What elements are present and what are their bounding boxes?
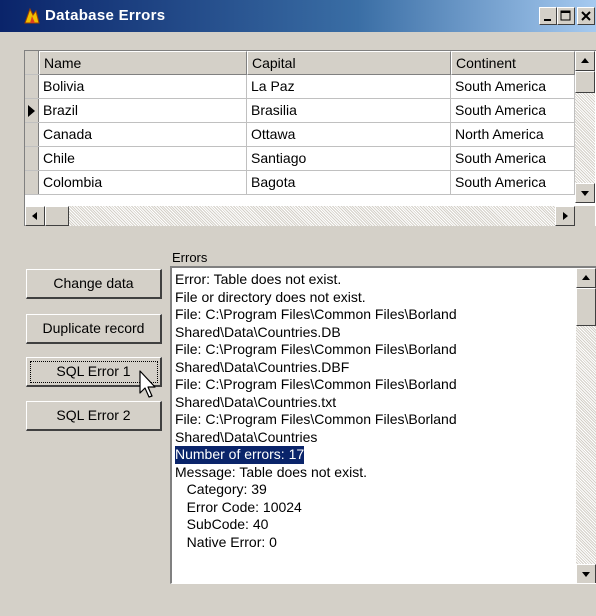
arrow-up-icon: [581, 58, 589, 63]
change-data-button[interactable]: Change data: [26, 269, 162, 299]
table-row-current[interactable]: Brazil Brasilia South America: [25, 99, 575, 123]
close-icon: [581, 11, 591, 21]
selected-error-line: Number of errors: 17: [175, 446, 305, 464]
error-line: File: C:\Program Files\Common Files\Borl…: [175, 341, 457, 357]
countries-grid[interactable]: Name Capital Continent Bolivia La Paz So…: [24, 50, 596, 226]
cell-name[interactable]: Bolivia: [39, 75, 247, 99]
cell-name[interactable]: Canada: [39, 123, 247, 147]
header-indicator-cell: [25, 51, 39, 74]
row-indicator[interactable]: [25, 75, 39, 98]
scroll-up-button[interactable]: [575, 51, 595, 71]
table-row[interactable]: Chile Santiago South America: [25, 147, 575, 171]
cell-name[interactable]: Colombia: [39, 171, 247, 195]
title-bar[interactable]: Database Errors: [0, 0, 596, 32]
app-flame-icon: [24, 7, 40, 24]
arrow-down-icon: [581, 191, 589, 196]
error-line: Error: Table does not exist.: [175, 271, 342, 287]
row-indicator[interactable]: [25, 123, 39, 146]
table-row[interactable]: Canada Ottawa North America: [25, 123, 575, 147]
row-indicator[interactable]: [25, 147, 39, 170]
cell-capital[interactable]: Bagota: [247, 171, 451, 195]
error-line: File: C:\Program Files\Common Files\Borl…: [175, 376, 457, 392]
scroll-down-button[interactable]: [576, 564, 596, 583]
error-line: File or directory does not exist.: [175, 288, 366, 305]
scroll-thumb[interactable]: [576, 288, 596, 326]
error-line: SubCode: 40: [175, 516, 269, 532]
cell-capital[interactable]: Brasilia: [247, 99, 451, 123]
error-line: Message: Table does not exist.: [175, 463, 367, 480]
grid-header-row: Name Capital Continent: [25, 51, 575, 75]
cell-continent[interactable]: North America: [451, 123, 575, 147]
error-line: Native Error: 0: [175, 533, 277, 550]
mouse-pointer-icon: [139, 370, 156, 398]
cell-capital[interactable]: Santiago: [247, 147, 451, 171]
cell-capital[interactable]: Ottawa: [247, 123, 451, 147]
errors-vertical-scrollbar[interactable]: [576, 268, 596, 583]
current-row-arrow-icon: [28, 105, 35, 117]
scroll-up-button[interactable]: [576, 268, 596, 288]
cell-continent[interactable]: South America: [451, 147, 575, 171]
errors-label: Errors: [172, 250, 208, 265]
duplicate-record-button[interactable]: Duplicate record: [26, 314, 162, 344]
arrow-down-icon: [582, 572, 590, 577]
scroll-thumb[interactable]: [45, 206, 69, 226]
error-line: Category: 39: [175, 481, 267, 497]
error-line: Shared\Data\Countries.DBF: [175, 358, 350, 375]
table-row[interactable]: Colombia Bagota South America: [25, 171, 575, 195]
arrow-up-icon: [582, 275, 590, 280]
row-indicator[interactable]: [25, 99, 39, 122]
scroll-down-button[interactable]: [575, 183, 595, 203]
maximize-button[interactable]: [557, 7, 575, 25]
error-line: Shared\Data\Countries: [175, 428, 318, 445]
cell-capital[interactable]: La Paz: [247, 75, 451, 99]
error-line: Shared\Data\Countries.txt: [175, 393, 337, 410]
column-header-capital[interactable]: Capital: [247, 51, 451, 75]
scroll-left-button[interactable]: [25, 206, 45, 226]
row-indicator[interactable]: [25, 171, 39, 194]
errors-text[interactable]: Error: Table does not exist. File or dir…: [175, 271, 457, 551]
maximize-icon: [560, 10, 571, 21]
cell-continent[interactable]: South America: [451, 99, 575, 123]
arrow-right-icon: [563, 212, 568, 220]
error-line: Error Code: 10024: [175, 498, 302, 515]
arrow-left-icon: [32, 212, 37, 220]
cell-name[interactable]: Brazil: [39, 99, 247, 123]
sql-error-2-button[interactable]: SQL Error 2: [26, 401, 162, 431]
error-line: File: C:\Program Files\Common Files\Borl…: [175, 306, 457, 322]
cell-name[interactable]: Chile: [39, 147, 247, 171]
scroll-right-button[interactable]: [555, 206, 575, 226]
column-header-continent[interactable]: Continent: [451, 51, 575, 75]
column-header-name[interactable]: Name: [39, 51, 247, 75]
cell-continent[interactable]: South America: [451, 171, 575, 195]
scrollbar-corner: [575, 206, 595, 226]
minimize-button[interactable]: [539, 7, 557, 25]
grid-horizontal-scrollbar[interactable]: [25, 206, 595, 226]
error-line: File: C:\Program Files\Common Files\Borl…: [175, 411, 457, 427]
window-title: Database Errors: [45, 7, 166, 24]
grid-vertical-scrollbar[interactable]: [575, 51, 595, 203]
error-line: Shared\Data\Countries.DB: [175, 323, 341, 340]
scroll-thumb[interactable]: [575, 71, 595, 93]
table-row[interactable]: Bolivia La Paz South America: [25, 75, 575, 99]
minimize-icon: [544, 19, 551, 21]
close-button[interactable]: [577, 7, 595, 25]
cell-continent[interactable]: South America: [451, 75, 575, 99]
errors-memo[interactable]: Error: Table does not exist. File or dir…: [170, 266, 596, 584]
